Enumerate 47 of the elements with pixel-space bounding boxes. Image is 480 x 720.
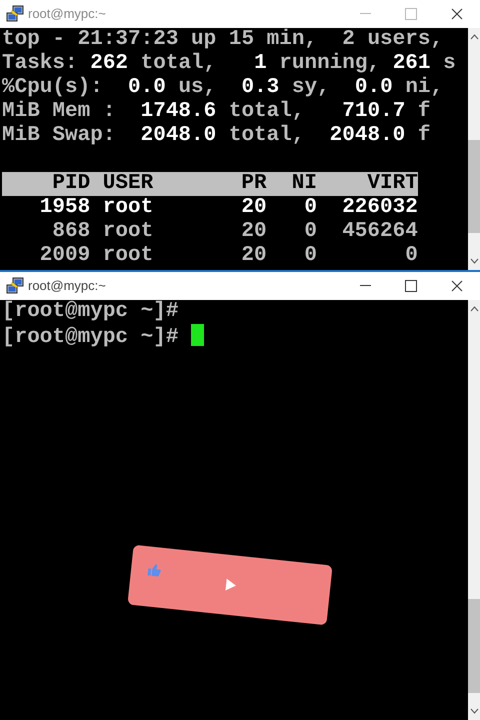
terminal-line: Tasks: 262 total, 1 running, 261 s — [2, 52, 457, 76]
table-cell-text: 0 — [303, 220, 318, 244]
table-cell-text: root — [102, 196, 154, 220]
terminal-line: %Cpu(s): 0.0 us, 0.3 sy, 0.0 ni, — [2, 76, 444, 100]
column-header: VIRT — [366, 172, 418, 196]
putty-icon — [6, 5, 24, 23]
terminal-line: top - 21:37:23 up 15 min, 2 users, — [2, 28, 444, 52]
terminal-line: MiB Swap: 2048.0 total, 2048.0 f — [2, 124, 432, 148]
window-title: root@mypc:~ — [28, 277, 106, 296]
maximize-icon — [405, 280, 417, 292]
table-cell-text: 456264 — [341, 220, 418, 244]
table-cell-text: 0 — [303, 244, 318, 268]
scroll-thumb[interactable] — [468, 140, 480, 234]
play-icon — [225, 578, 237, 592]
scroll-down-icon[interactable] — [470, 708, 478, 714]
table-cell-text: 20 — [240, 244, 267, 268]
terminal-line: [root@mypc ~]# — [2, 324, 468, 350]
scrollbar[interactable] — [468, 28, 480, 270]
scroll-thumb[interactable] — [468, 598, 480, 693]
thumbs-up-icon — [146, 562, 162, 578]
maximize-icon — [405, 8, 417, 20]
table-cell-text: root — [102, 244, 154, 268]
column-header: NI — [290, 172, 318, 196]
table-cell-text: 226032 — [341, 196, 418, 220]
table-cell-text: 0 — [404, 244, 418, 268]
table-cell-text: 20 — [240, 220, 267, 244]
putty-icon — [6, 277, 24, 295]
terminal-line: MiB Mem : 1748.6 total, 710.7 f — [2, 100, 432, 124]
column-header: PR — [240, 172, 267, 196]
minimize-icon — [360, 285, 370, 287]
scroll-up-icon[interactable] — [470, 306, 478, 312]
scroll-up-icon[interactable] — [470, 34, 478, 40]
column-header: USER — [102, 172, 154, 196]
table-cell-text: 1958 — [38, 196, 90, 220]
table-cell-text: 0 — [303, 196, 318, 220]
window-title: root@mypc:~ — [28, 5, 106, 24]
close-icon — [451, 8, 463, 20]
table-cell-text: 868 — [51, 220, 90, 244]
terminal-line: [root@mypc ~]# — [2, 300, 180, 324]
table-cell-text: 20 — [240, 196, 267, 220]
table-cell-text: root — [102, 220, 154, 244]
scrollbar[interactable] — [468, 300, 480, 720]
minimize-icon — [360, 13, 370, 15]
column-header: PID — [51, 172, 90, 196]
scroll-down-icon[interactable] — [470, 258, 478, 264]
table-cell-text: 2009 — [38, 244, 90, 268]
close-icon — [451, 280, 463, 292]
